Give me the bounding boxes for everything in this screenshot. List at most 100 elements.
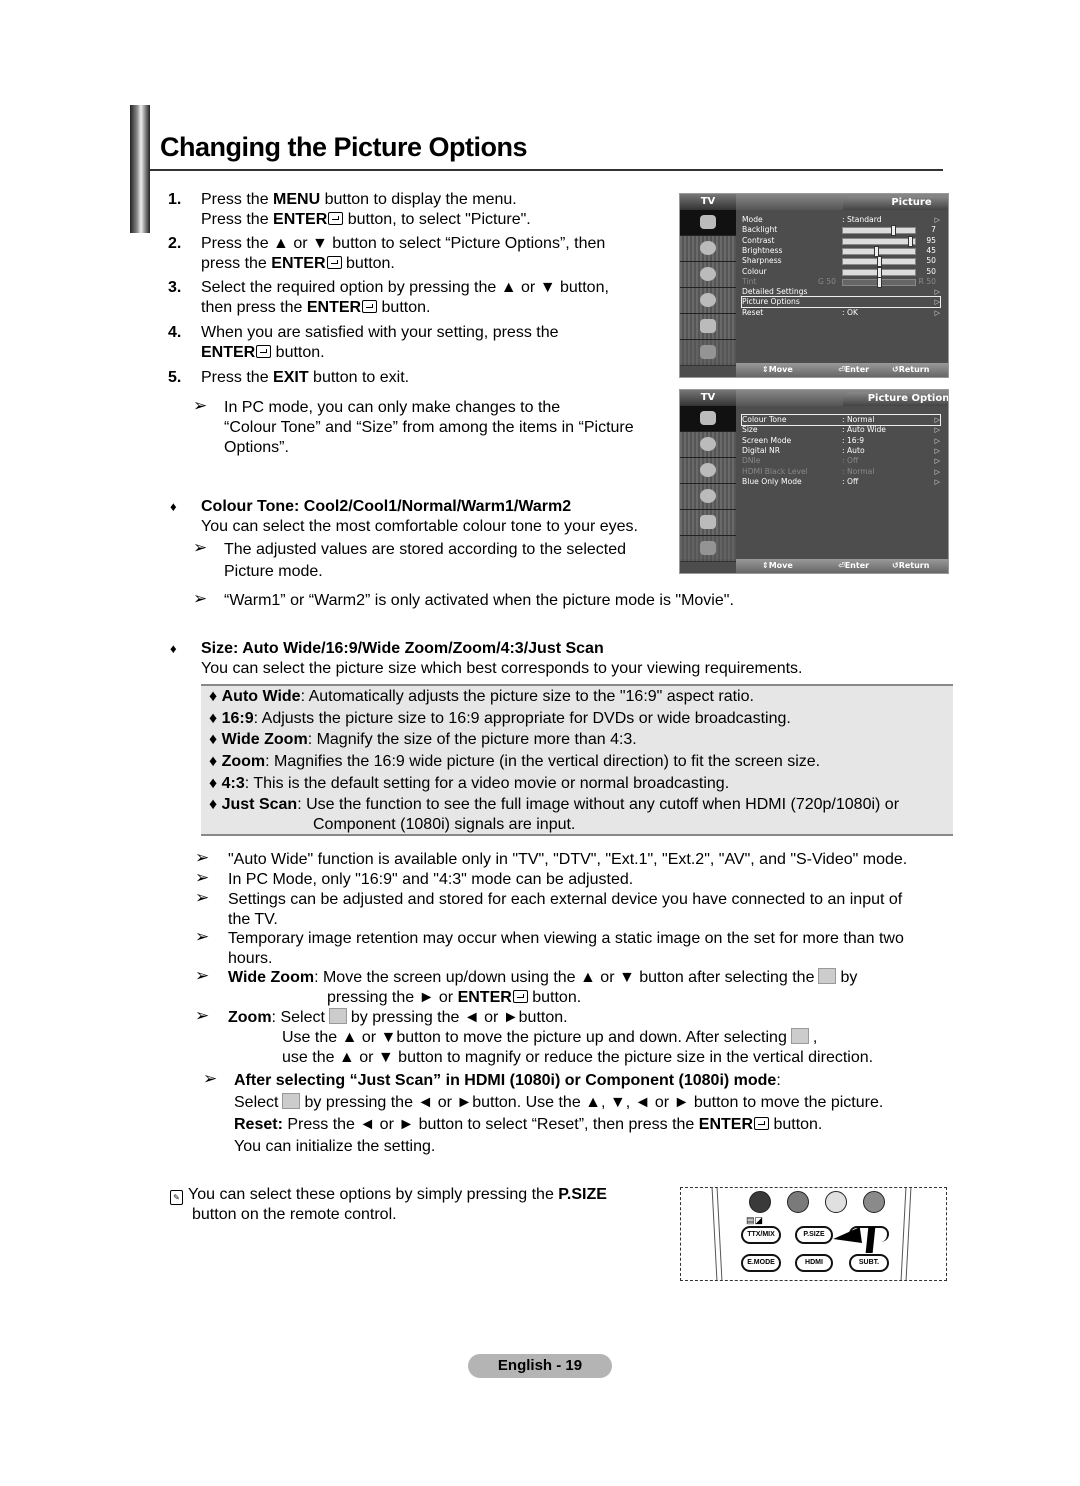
- diamond-bullet-icon: ♦: [170, 641, 177, 656]
- size-option: ♦ Just Scan: Use the function to see the…: [209, 796, 900, 813]
- submenu-arrow-icon: ▷: [934, 288, 940, 297]
- osd-slider[interactable]: [842, 235, 916, 247]
- enter-hint: ⏎ Enter: [838, 561, 870, 570]
- osd-item-label: Colour Tone: [742, 415, 787, 424]
- size-option: ♦ Auto Wide: Automatically adjusts the p…: [209, 688, 754, 705]
- osd-menu-item[interactable]: Reset: OK ▷: [742, 308, 940, 318]
- note-arrow-icon: ➢: [195, 868, 210, 887]
- osd-footer: ⇕ Move ⏎ Enter ↺ Return: [736, 363, 948, 377]
- osd-item-value: : Standard: [842, 215, 882, 224]
- application-icon[interactable]: [680, 340, 736, 366]
- osd-slider[interactable]: [842, 256, 916, 268]
- note-retention: ➢ Temporary image retention may occur wh…: [195, 927, 904, 967]
- submenu-arrow-icon: ▷: [934, 426, 940, 435]
- osd-item-value: : Off: [842, 476, 859, 486]
- tint-green-value: G 50: [818, 276, 836, 286]
- osd-menu-item[interactable]: Digital NR: Auto ▷: [742, 446, 940, 456]
- osd-item-label: Contrast: [742, 235, 775, 245]
- picture-icon[interactable]: [680, 406, 736, 432]
- osd-slider[interactable]: [842, 276, 916, 288]
- hdmi-button[interactable]: HDMI: [795, 1254, 833, 1272]
- osd-menu-item[interactable]: Blue Only Mode: Off ▷: [742, 477, 940, 487]
- osd-menu-item[interactable]: HDMI Black Level: Normal ▷: [742, 467, 940, 477]
- title-divider: [150, 169, 943, 171]
- osd-slider-value: 45: [926, 245, 936, 255]
- note-arrow-icon: ➢: [193, 589, 208, 608]
- input-icon[interactable]: [680, 510, 736, 536]
- position-icon: [328, 1008, 347, 1024]
- colour-tone-section: ♦ Colour Tone: Cool2/Cool1/Normal/Warm1/…: [170, 497, 670, 537]
- osd-menu-item[interactable]: Picture Options ▷: [741, 296, 941, 309]
- osd-item-label: Tint: [742, 276, 757, 286]
- osd-menu-item[interactable]: DNIe: Off ▷: [742, 456, 940, 466]
- osd-title: Picture: [843, 196, 948, 210]
- channel-icon[interactable]: [680, 458, 736, 484]
- osd-slider-value: 95: [926, 235, 936, 245]
- teletext-icon: ▤◪: [746, 1215, 764, 1225]
- picture-icon[interactable]: [680, 210, 736, 236]
- osd-menu-item[interactable]: Brightness 45: [742, 245, 940, 257]
- osd-item-label: Reset: [742, 307, 764, 317]
- osd-menu-item[interactable]: Colour 50: [742, 266, 940, 278]
- setup-icon[interactable]: [680, 484, 736, 510]
- osd-menu-item[interactable]: Mode : Standard ▷: [742, 215, 940, 225]
- step-4: 4. When you are satisfied with your sett…: [168, 324, 559, 361]
- note-pc-size: ➢ In PC Mode, only "16:9" and "4:3" mode…: [195, 868, 634, 888]
- note-arrow-icon: ➢: [195, 848, 210, 867]
- application-icon[interactable]: [680, 536, 736, 562]
- sound-icon[interactable]: [680, 236, 736, 262]
- osd-slider[interactable]: [842, 225, 916, 237]
- vertical-size-icon: [790, 1028, 809, 1044]
- osd-menu-item[interactable]: Sharpness 50: [742, 256, 940, 268]
- memo-icon: ✎: [170, 1190, 183, 1205]
- move-hint: ⇕ Move: [762, 561, 793, 570]
- submenu-arrow-icon: ▷: [934, 467, 940, 476]
- emode-button[interactable]: E.MODE: [741, 1254, 781, 1272]
- note-wide-zoom: ➢ Wide Zoom: Move the screen up/down usi…: [195, 966, 858, 1006]
- osd-menu-item[interactable]: Tint G 50 R 50: [742, 276, 940, 288]
- osd-menu-item[interactable]: Contrast 95: [742, 235, 940, 247]
- osd-sidebar: [680, 406, 736, 562]
- osd-slider-value: 50: [926, 256, 936, 266]
- osd-item-label: Mode: [742, 215, 763, 224]
- osd-menu-item[interactable]: Colour Tone: Normal ▷: [741, 414, 941, 426]
- green-button[interactable]: [787, 1191, 809, 1213]
- osd-slider[interactable]: [842, 266, 916, 278]
- osd-item-value: : Auto Wide: [842, 425, 886, 435]
- osd-picture-options-menu: TV Picture Options Colour Tone: Normal ▷ S…: [679, 389, 949, 574]
- size-option: ♦ 16:9: Adjusts the picture size to 16:9…: [209, 710, 791, 727]
- blue-button[interactable]: [863, 1191, 885, 1213]
- osd-menu-item[interactable]: Detailed Settings ▷: [742, 287, 940, 297]
- osd-item-label: Colour: [742, 266, 767, 276]
- ttx-mix-button[interactable]: TTX/MIX: [741, 1226, 781, 1244]
- osd-item-label: Detailed Settings: [742, 287, 808, 297]
- input-icon[interactable]: [680, 314, 736, 340]
- osd-picture-menu: TV Picture Mode: Standard ▷ Backlight 7 Cont…: [679, 193, 949, 378]
- note-arrow-icon: ➢: [193, 538, 208, 557]
- osd-item-label: Size: [742, 425, 758, 435]
- setup-icon[interactable]: [680, 288, 736, 314]
- title-decor-bar: [130, 105, 150, 233]
- step-5: 5. Press the EXIT button to exit.: [168, 369, 410, 386]
- osd-menu-item[interactable]: Screen Mode: 16:9 ▷: [742, 436, 940, 446]
- osd-item-value: : Normal: [842, 466, 875, 476]
- enter-icon: [754, 1117, 769, 1130]
- osd-menu-item[interactable]: Size : Auto Wide ▷: [742, 425, 940, 435]
- red-button[interactable]: [749, 1191, 771, 1213]
- yellow-button[interactable]: [825, 1191, 847, 1213]
- osd-slider[interactable]: [842, 245, 916, 257]
- pointer-arrow-icon: [832, 1227, 862, 1247]
- submenu-arrow-icon: ▷: [934, 216, 940, 224]
- size-option: ♦ 4:3: This is the default setting for a…: [209, 775, 730, 792]
- return-hint: ↺ Return: [892, 365, 930, 374]
- note-arrow-icon: ➢: [195, 966, 210, 985]
- psize-button[interactable]: P.SIZE: [795, 1226, 833, 1244]
- diamond-bullet-icon: ♦: [170, 499, 177, 514]
- osd-menu-item[interactable]: Backlight 7: [742, 225, 940, 237]
- osd-footer: ⇕ Move ⏎ Enter ↺ Return: [736, 559, 948, 573]
- sound-icon[interactable]: [680, 432, 736, 458]
- subt-button[interactable]: SUBT.: [849, 1254, 889, 1272]
- submenu-arrow-icon: ▷: [934, 477, 940, 486]
- channel-icon[interactable]: [680, 262, 736, 288]
- step-number: 1.: [168, 191, 182, 208]
